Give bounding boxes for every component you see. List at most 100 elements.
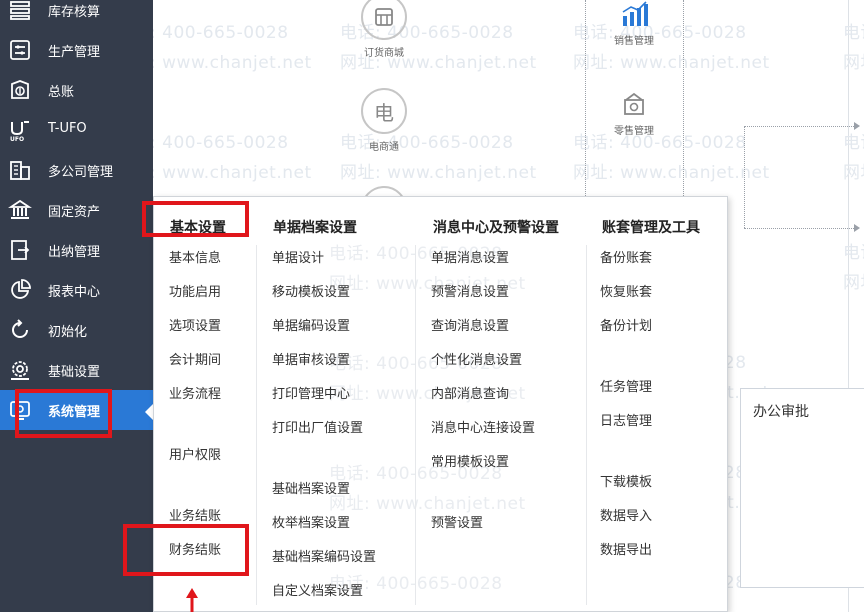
system-management-menu: 电话: 400-665-0028 网址: www.chanjet.net 电话:… — [153, 196, 728, 612]
tile-label: 零售管理 — [614, 126, 654, 137]
column-divider — [256, 245, 257, 605]
menu-item[interactable]: 打印管理中心 — [272, 383, 350, 402]
menu-item[interactable]: 预警设置 — [431, 512, 483, 531]
sidebar-item-initialize[interactable]: 初始化 — [0, 310, 153, 350]
menu-item[interactable]: 单据设计 — [272, 247, 324, 266]
menu-item[interactable]: 备份计划 — [600, 315, 652, 334]
sidebar-item-label: 基础设置 — [48, 365, 101, 380]
up-arrow-icon — [186, 588, 198, 612]
column-divider — [586, 245, 587, 605]
tile-order-mall[interactable]: 订货商城 — [353, 0, 415, 59]
watermark-text: 网址: www.chanjet.net — [573, 53, 770, 73]
menu-item[interactable]: 基础档案设置 — [272, 478, 350, 497]
sidebar-item-label: 系统管理 — [48, 405, 101, 420]
menu-item[interactable]: 查询消息设置 — [431, 315, 509, 334]
menu-item[interactable]: 日志管理 — [600, 410, 652, 429]
tile-retail[interactable]: 零售管理 — [600, 90, 668, 137]
svg-text:UFO: UFO — [10, 136, 24, 142]
menu-item[interactable]: 预警消息设置 — [431, 281, 509, 300]
menu-item[interactable]: 打印出厂值设置 — [272, 417, 363, 436]
watermark-text: 网址: www.chanjet.net — [340, 163, 537, 183]
sidebar-item-label: 总账 — [48, 85, 75, 100]
sidebar-item-multi-company[interactable]: 多公司管理 — [0, 150, 153, 190]
fixed-assets-icon — [8, 198, 32, 222]
menu-item[interactable]: 数据导入 — [600, 505, 652, 524]
menu-item[interactable]: 任务管理 — [600, 376, 652, 395]
menu-column-title: 基本设置 — [170, 220, 226, 236]
tile-label: 订货商城 — [364, 48, 404, 59]
tile-label: 电商通 — [369, 142, 399, 153]
sidebar-item-report-center[interactable]: 报表中心 — [0, 270, 153, 310]
menu-item[interactable]: 单据审核设置 — [272, 349, 350, 368]
multi-company-icon — [8, 158, 32, 182]
menu-item[interactable]: 用户权限 — [169, 444, 221, 463]
watermark-text: 电话 — [843, 243, 864, 263]
ecommerce-icon: 电 — [361, 88, 407, 134]
menu-column-title: 账套管理及工具 — [602, 220, 700, 236]
tile-sales[interactable]: 销售管理 — [600, 0, 668, 47]
app-window: 电话: 400-665-0028 网址: www.chanjet.net 电话:… — [0, 0, 864, 612]
menu-item[interactable]: 基本信息 — [169, 247, 221, 266]
menu-item-financial-closing[interactable]: 财务结账 — [169, 539, 221, 558]
menu-item[interactable]: 业务结账 — [169, 505, 221, 524]
sidebar-item-label: 多公司管理 — [48, 165, 114, 180]
menu-item[interactable]: 数据导出 — [600, 539, 652, 558]
system-management-icon — [8, 398, 32, 422]
watermark-text: 电话 — [843, 133, 864, 153]
report-center-icon — [8, 278, 32, 302]
watermark-text: 网址: www.chanjet.net — [573, 163, 770, 183]
menu-column-title: 消息中心及预警设置 — [433, 220, 559, 236]
menu-column-title: 单据档案设置 — [273, 220, 357, 236]
sidebar-item-basic-settings[interactable]: 基础设置 — [0, 350, 153, 390]
office-approval-panel[interactable]: 办公审批 — [740, 388, 864, 588]
menu-item[interactable]: 下载模板 — [600, 471, 652, 490]
menu-item[interactable]: 常用模板设置 — [431, 451, 509, 470]
menu-item[interactable]: 自定义档案设置 — [272, 580, 363, 599]
watermark-text: 网址 — [843, 53, 864, 73]
menu-item[interactable]: 个性化消息设置 — [431, 349, 522, 368]
ufo-icon: UFO — [8, 118, 32, 142]
menu-item[interactable]: 备份账套 — [600, 247, 652, 266]
menu-item[interactable]: 消息中心连接设置 — [431, 417, 535, 436]
menu-item[interactable]: 移动模板设置 — [272, 281, 350, 300]
menu-item[interactable]: 内部消息查询 — [431, 383, 509, 402]
sidebar-item-label: 报表中心 — [48, 285, 101, 300]
flow-arrow-icon — [854, 122, 860, 130]
menu-item[interactable]: 枚举档案设置 — [272, 512, 350, 531]
menu-item[interactable]: 基础档案编码设置 — [272, 546, 376, 565]
menu-item[interactable]: 恢复账套 — [600, 281, 652, 300]
column-divider — [415, 245, 416, 605]
flow-line — [585, 0, 586, 196]
general-ledger-icon — [8, 78, 32, 102]
watermark-text: 网址: www.chanjet.net — [329, 494, 526, 514]
menu-item[interactable]: 单据编码设置 — [272, 315, 350, 334]
sidebar-item-production[interactable]: 生产管理 — [0, 30, 153, 70]
sidebar-item-label: 库存核算 — [48, 5, 101, 20]
sidebar-item-t-ufo[interactable]: UFO T-UFO — [0, 110, 153, 150]
watermark-text: 网址 — [843, 273, 864, 293]
flow-line — [683, 0, 684, 196]
flow-line — [744, 228, 854, 229]
sidebar-item-label: T-UFO — [48, 121, 87, 136]
flow-arrow-icon — [854, 224, 860, 232]
menu-item[interactable]: 功能启用 — [169, 281, 221, 300]
office-approval-title: 办公审批 — [753, 404, 809, 420]
sidebar-item-inventory-accounting[interactable]: 库存核算 — [0, 0, 153, 30]
menu-item[interactable]: 业务流程 — [169, 383, 221, 402]
sidebar-item-general-ledger[interactable]: 总账 — [0, 70, 153, 110]
basic-settings-icon — [8, 358, 32, 382]
menu-item[interactable]: 单据消息设置 — [431, 247, 509, 266]
menu-item[interactable]: 会计期间 — [169, 349, 221, 368]
tile-ecommerce[interactable]: 电 电商通 — [353, 88, 415, 153]
watermark-text: 网址 — [843, 163, 864, 183]
sales-chart-icon — [600, 0, 668, 28]
tile-icon — [361, 186, 407, 196]
flow-line — [744, 126, 745, 228]
tile-partial — [353, 186, 415, 196]
sidebar-item-cashier[interactable]: 出纳管理 — [0, 230, 153, 270]
menu-item[interactable]: 选项设置 — [169, 315, 221, 334]
sidebar-item-fixed-assets[interactable]: 固定资产 — [0, 190, 153, 230]
sidebar-item-system-management[interactable]: 系统管理 — [0, 390, 153, 430]
cashier-icon — [8, 238, 32, 262]
flow-line — [744, 126, 854, 127]
